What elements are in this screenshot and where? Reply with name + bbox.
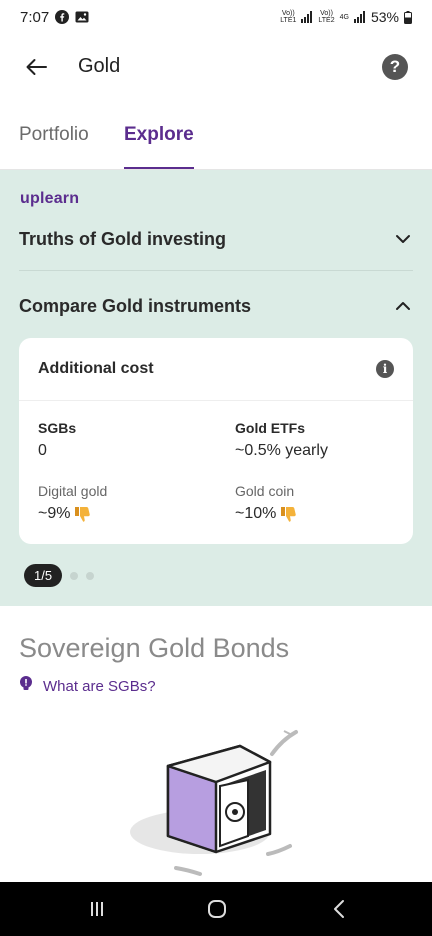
accordion-compare[interactable]: Compare Gold instruments	[19, 291, 413, 321]
chevron-up-icon	[393, 296, 413, 316]
card-title: Additional cost	[38, 360, 154, 377]
cell-sgbs: SGBs 0	[38, 420, 218, 460]
section-title: Sovereign Gold Bonds	[19, 633, 290, 663]
what-are-sgbs-link[interactable]: What are SGBs?	[19, 676, 156, 697]
pager-badge: 1/5	[24, 564, 63, 587]
cell-value: ~9%	[38, 505, 71, 522]
volte2-indicator: Vo)) LTE2	[318, 10, 335, 24]
help-button[interactable]: ?	[382, 54, 408, 80]
link-label: What are SGBs?	[43, 678, 156, 695]
battery-percent: 53%	[370, 9, 399, 25]
lightbulb-icon	[19, 676, 33, 697]
cell-digital-gold: Digital gold ~9%	[38, 483, 218, 523]
tab-bar: Portfolio Explore	[0, 100, 432, 170]
network-type: 4G	[339, 13, 349, 21]
tab-portfolio[interactable]: Portfolio	[19, 124, 89, 146]
card-header: Additional cost i	[19, 338, 413, 401]
info-icon[interactable]: i	[376, 360, 394, 378]
accordion-title: Compare Gold instruments	[19, 295, 252, 316]
facebook-icon	[55, 10, 70, 24]
thumbs-down-icon	[280, 505, 297, 523]
recent-apps-icon	[91, 902, 103, 916]
home-icon	[208, 900, 226, 918]
chevron-left-icon	[334, 900, 344, 918]
arrow-left-icon	[26, 59, 47, 75]
cell-label: Gold ETFs	[235, 420, 305, 436]
safe-illustration	[120, 724, 320, 882]
app-bar: Gold ?	[0, 34, 432, 100]
learn-section: uplearn Truths of Gold investing Compare…	[0, 170, 432, 606]
cell-value: ~10%	[235, 505, 277, 522]
pager-dot[interactable]	[70, 571, 79, 580]
thumbs-down-icon	[74, 505, 91, 523]
page-title: Gold	[78, 55, 121, 77]
cell-label: SGBs	[38, 420, 77, 436]
comparison-card[interactable]: Additional cost i SGBs 0 Gold ETFs ~0.5%…	[19, 338, 413, 544]
gallery-icon	[75, 10, 89, 24]
active-tab-indicator	[124, 167, 194, 169]
cell-gold-coin: Gold coin ~10%	[235, 483, 415, 523]
battery-icon	[404, 10, 412, 24]
accordion-truths[interactable]: Truths of Gold investing	[19, 224, 413, 254]
back-nav-button[interactable]	[327, 897, 351, 921]
divider	[19, 270, 413, 271]
status-time: 7:07	[20, 8, 50, 26]
cell-value: 0	[38, 442, 47, 459]
pager[interactable]: 1/5	[24, 564, 95, 587]
tab-explore[interactable]: Explore	[124, 124, 194, 146]
signal-icon	[353, 11, 366, 23]
cell-label: Gold coin	[235, 483, 295, 499]
signal-icon	[301, 11, 313, 23]
accordion-title: Truths of Gold investing	[19, 228, 226, 249]
status-bar: 7:07 Vo)) LTE1 Vo)) LTE2 4G 53%	[0, 0, 432, 34]
back-button[interactable]	[22, 53, 50, 81]
chevron-down-icon	[393, 229, 413, 249]
volte1-indicator: Vo)) LTE1	[280, 10, 297, 24]
recent-apps-button[interactable]	[85, 897, 109, 921]
pager-dot[interactable]	[86, 571, 95, 580]
cell-label: Digital gold	[38, 483, 108, 499]
cell-value: ~0.5% yearly	[235, 442, 328, 459]
system-nav-bar	[0, 882, 432, 936]
uplearn-logo: uplearn	[20, 190, 80, 207]
home-button[interactable]	[205, 897, 229, 921]
cell-gold-etfs: Gold ETFs ~0.5% yearly	[235, 420, 415, 460]
